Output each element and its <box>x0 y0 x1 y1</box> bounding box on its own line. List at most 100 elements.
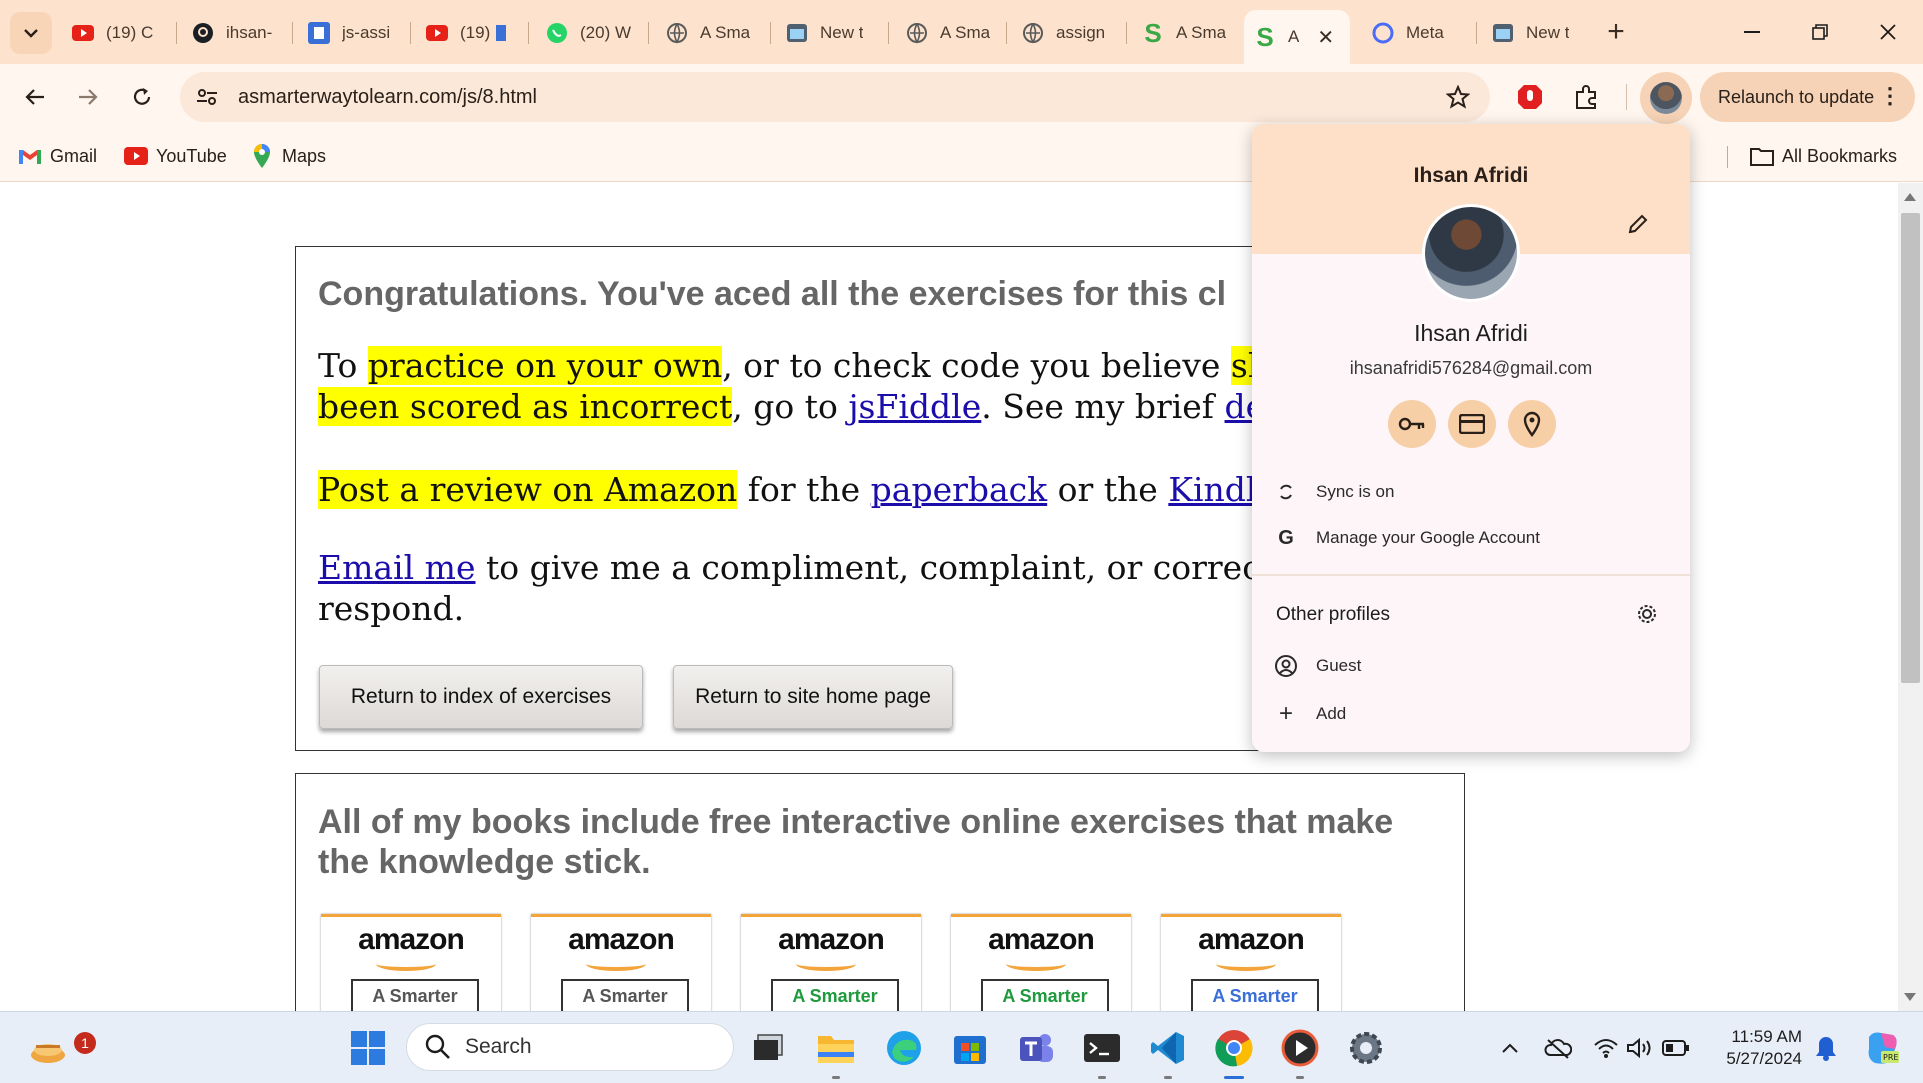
reload-icon <box>133 88 151 105</box>
passwords-button[interactable] <box>1388 400 1436 448</box>
tab-smarter-1[interactable]: A Sma <box>656 12 766 54</box>
extensions-puzzle-icon[interactable] <box>1568 79 1604 115</box>
tab-meta[interactable]: Meta <box>1362 12 1472 54</box>
tab-whatsapp[interactable]: (20) W <box>536 12 646 54</box>
guest-label: Guest <box>1316 656 1362 675</box>
addresses-button[interactable] <box>1508 400 1556 448</box>
relaunch-update-button[interactable]: Relaunch to update ⋮ <box>1700 72 1915 122</box>
email-me-link[interactable]: Email me <box>318 548 475 587</box>
divider <box>1252 574 1690 576</box>
scroll-down-icon[interactable] <box>1904 993 1916 1001</box>
globe-icon <box>1022 22 1044 44</box>
tab-new-2[interactable]: New t <box>1482 12 1592 54</box>
all-bookmarks-button[interactable]: All Bookmarks <box>1750 142 1897 170</box>
sync-label: Sync is on <box>1316 482 1395 501</box>
tab-youtube-2[interactable]: (19) <box>416 12 524 54</box>
return-index-button[interactable]: Return to index of exercises <box>319 665 643 729</box>
add-profile-row[interactable]: + Add <box>1274 698 1346 730</box>
bookmark-star-icon[interactable] <box>1444 83 1472 111</box>
manage-google-account-row[interactable]: G Manage your Google Account <box>1274 522 1540 554</box>
tab-title: New t <box>1526 23 1570 42</box>
book-card[interactable]: amazon A Smarter Way to <box>951 914 1131 1011</box>
book-card[interactable]: amazon A Smarter Way to <box>531 914 711 1011</box>
newtab-icon <box>1492 22 1514 44</box>
wifi-icon[interactable] <box>1592 1034 1620 1062</box>
start-button[interactable] <box>346 1026 390 1070</box>
gmail-icon <box>18 144 42 168</box>
tab-replit[interactable]: js-assi <box>298 12 408 54</box>
reload-button[interactable] <box>122 77 162 117</box>
scroll-up-icon[interactable] <box>1904 193 1916 201</box>
file-explorer-button[interactable] <box>814 1026 858 1079</box>
task-view-button[interactable] <box>746 1026 790 1070</box>
volume-icon[interactable] <box>1626 1034 1654 1062</box>
payment-methods-button[interactable] <box>1448 400 1496 448</box>
tab-youtube-1[interactable]: (19) C <box>62 12 174 54</box>
manage-profiles-gear-icon[interactable] <box>1634 601 1660 627</box>
tab-smarter-3[interactable]: S A Sma <box>1132 12 1242 54</box>
bookmark-gmail[interactable]: Gmail <box>18 142 97 170</box>
guest-avatar-icon <box>1274 654 1298 678</box>
site-info-icon[interactable] <box>194 84 220 110</box>
terminal-button[interactable] <box>1080 1026 1124 1079</box>
close-tab-icon[interactable]: ✕ <box>1317 25 1334 50</box>
minimize-button[interactable] <box>1724 8 1780 56</box>
scrollbar-thumb[interactable] <box>1901 213 1920 683</box>
microsoft-store-button[interactable] <box>948 1026 992 1070</box>
edit-pencil-icon[interactable] <box>1624 210 1652 238</box>
amazon-smile-icon <box>796 957 856 971</box>
taskbar-search-box[interactable]: Search <box>406 1023 734 1071</box>
settings-button[interactable] <box>1344 1026 1388 1070</box>
back-button[interactable] <box>15 77 55 117</box>
amazon-smile-icon <box>586 957 646 971</box>
media-player-button[interactable] <box>1278 1026 1322 1079</box>
forward-button[interactable] <box>68 77 108 117</box>
restore-button[interactable] <box>1792 8 1848 56</box>
jsfiddle-link[interactable]: jsFiddle <box>848 387 981 426</box>
onedrive-icon[interactable] <box>1544 1034 1572 1062</box>
copilot-icon[interactable]: PRE <box>1862 1028 1902 1068</box>
bookmark-youtube[interactable]: YouTube <box>124 142 227 170</box>
newtab-icon <box>786 22 808 44</box>
url-text[interactable]: asmarterwaytolearn.com/js/8.html <box>238 86 537 109</box>
paperback-link[interactable]: paperback <box>871 470 1048 509</box>
vscode-button[interactable] <box>1146 1026 1190 1079</box>
tab-active[interactable]: S A ✕ <box>1244 10 1350 64</box>
close-window-button[interactable] <box>1860 8 1916 56</box>
chrome-button[interactable] <box>1212 1026 1256 1079</box>
tab-github[interactable]: ihsan- <box>182 12 290 54</box>
tray-overflow-chevron-icon[interactable] <box>1496 1034 1524 1062</box>
kebab-menu-icon[interactable]: ⋮ <box>1879 84 1901 108</box>
address-bar[interactable]: asmarterwaytolearn.com/js/8.html <box>180 72 1490 122</box>
gear-icon <box>1350 1032 1382 1064</box>
page-scrollbar[interactable] <box>1898 183 1923 1011</box>
book-card[interactable]: amazon A Smarter Way to <box>321 914 501 1011</box>
book-card[interactable]: amazon A Smarter Way to <box>1161 914 1341 1011</box>
bookmark-maps[interactable]: Maps <box>250 142 326 170</box>
tab-search-button[interactable] <box>10 12 52 54</box>
return-home-button[interactable]: Return to site home page <box>673 665 953 729</box>
review-paragraph: Post a review on Amazon for the paperbac… <box>318 469 1306 510</box>
new-tab-button[interactable]: + <box>1598 14 1634 50</box>
taskbar-clock[interactable]: 11:59 AM 5/27/2024 <box>1702 1026 1802 1070</box>
sync-status-row[interactable]: Sync is on <box>1274 476 1394 508</box>
book-card[interactable]: amazon A Smarter Way to <box>741 914 921 1011</box>
widgets-button[interactable]: 1 <box>26 1026 96 1070</box>
battery-icon[interactable] <box>1662 1034 1690 1062</box>
edge-icon <box>887 1031 921 1065</box>
tab-strip: (19) C ihsan- js-assi (19) (20) W A Sma … <box>0 0 1923 64</box>
profile-avatar-button[interactable] <box>1640 72 1692 124</box>
tab-new-1[interactable]: New t <box>776 12 884 54</box>
tab-assign[interactable]: assign <box>1012 12 1124 54</box>
folder-icon <box>818 1036 854 1063</box>
practice-paragraph: To practice on your own, or to check cod… <box>318 345 1321 427</box>
adblock-extension-icon[interactable] <box>1512 79 1548 115</box>
teams-button[interactable] <box>1014 1026 1058 1070</box>
manage-account-label: Manage your Google Account <box>1316 528 1540 547</box>
notification-bell-icon[interactable] <box>1812 1034 1840 1062</box>
text: or the <box>1047 470 1169 509</box>
guest-profile-row[interactable]: Guest <box>1274 650 1361 682</box>
edge-button[interactable] <box>882 1026 926 1070</box>
tab-title: A <box>1288 27 1300 46</box>
tab-smarter-2[interactable]: A Sma <box>896 12 1004 54</box>
